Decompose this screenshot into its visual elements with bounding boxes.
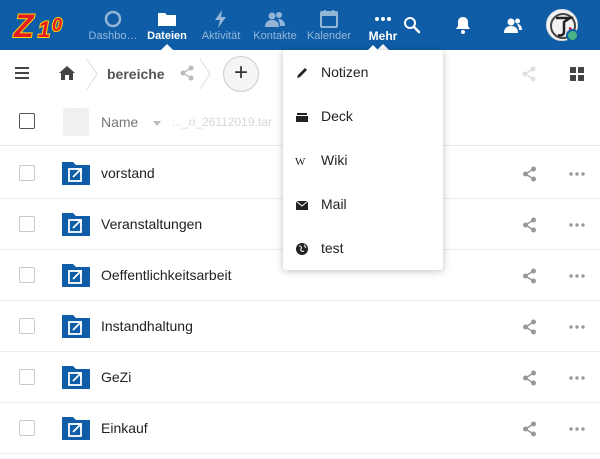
file-name[interactable]: Instandhaltung — [101, 318, 193, 334]
menu-item-label: Mail — [321, 196, 347, 212]
more-actions-icon[interactable] — [568, 166, 586, 182]
row-checkbox[interactable] — [19, 318, 35, 334]
menu-item-mail[interactable]: Mail — [283, 183, 443, 227]
row-checkbox[interactable] — [19, 267, 35, 283]
file-name[interactable]: Veranstaltungen — [101, 216, 202, 232]
wiki-icon: W — [295, 156, 306, 168]
share-icon[interactable] — [521, 370, 538, 386]
menu-item-test[interactable]: test — [283, 227, 443, 271]
more-horizontal-icon — [375, 17, 391, 21]
svg-text:0: 0 — [52, 15, 62, 35]
app-dashboard[interactable]: Dashbo… — [86, 0, 140, 50]
file-name[interactable]: Einkauf — [101, 420, 148, 436]
shared-folder-icon[interactable] — [62, 261, 90, 287]
dashboard-icon — [104, 10, 122, 28]
sort-desc-icon[interactable] — [152, 118, 162, 128]
name-column-header[interactable]: Name — [101, 114, 138, 130]
notifications-icon[interactable] — [453, 15, 473, 35]
row-checkbox[interactable] — [19, 369, 35, 385]
share-icon[interactable] — [521, 217, 538, 233]
share-icon[interactable] — [521, 421, 538, 437]
row-checkbox[interactable] — [19, 216, 35, 232]
share-icon — [522, 66, 536, 82]
file-name[interactable]: Oeffentlichkeitsarbeit — [101, 267, 231, 283]
svg-text:W: W — [295, 156, 306, 168]
share-icon[interactable] — [521, 268, 538, 284]
hamburger-menu-icon[interactable] — [14, 65, 30, 81]
globe-icon — [296, 243, 308, 255]
svg-text:Z: Z — [13, 8, 35, 44]
menu-item-label: Notizen — [321, 64, 369, 80]
share-icon[interactable] — [521, 166, 538, 182]
row-checkbox[interactable] — [19, 165, 35, 181]
shared-folder-icon[interactable] — [62, 210, 90, 236]
breadcrumb-current[interactable]: bereiche — [107, 66, 165, 82]
share-icon[interactable] — [179, 65, 195, 81]
more-actions-icon[interactable] — [568, 268, 586, 284]
mail-icon — [295, 200, 309, 210]
select-all-checkbox[interactable] — [19, 113, 35, 129]
lightning-icon — [215, 10, 226, 28]
calendar-icon — [320, 10, 338, 28]
app-header: Z 1 0 Dashbo… Dateien Aktivität Kontakte… — [0, 0, 600, 50]
breadcrumb-separator — [86, 58, 98, 90]
contacts-menu-icon[interactable] — [503, 15, 523, 35]
shared-folder-icon[interactable] — [62, 414, 90, 440]
menu-item-label: test — [321, 240, 344, 256]
more-actions-icon[interactable] — [568, 421, 586, 437]
home-icon[interactable] — [58, 64, 76, 82]
menu-item-label: Wiki — [321, 152, 348, 168]
share-icon[interactable] — [521, 319, 538, 335]
file-row[interactable]: Einkauf — [0, 403, 600, 454]
ghost-thumbnail — [63, 108, 89, 136]
app-files[interactable]: Dateien — [140, 0, 194, 50]
breadcrumb-separator — [199, 58, 211, 90]
shared-folder-icon[interactable] — [62, 312, 90, 338]
menu-item-wiki[interactable]: W Wiki — [283, 139, 443, 183]
status-online-indicator — [566, 29, 579, 42]
folder-icon — [158, 13, 176, 26]
contacts-icon — [265, 12, 285, 27]
z10-logo[interactable]: Z 1 0 — [12, 6, 76, 44]
more-actions-icon[interactable] — [568, 217, 586, 233]
file-name[interactable]: GeZi — [101, 369, 131, 385]
search-icon[interactable] — [402, 15, 422, 35]
app-contacts[interactable]: Kontakte — [248, 0, 302, 50]
pencil-icon — [297, 68, 307, 78]
svg-text:1: 1 — [38, 17, 50, 42]
grid-view-icon[interactable] — [569, 66, 585, 82]
new-file-button[interactable]: + — [223, 56, 259, 92]
row-checkbox[interactable] — [19, 420, 35, 436]
app-activity[interactable]: Aktivität — [194, 0, 248, 50]
shared-folder-icon[interactable] — [62, 363, 90, 389]
file-name[interactable]: vorstand — [101, 165, 155, 181]
more-apps-menu: Notizen Deck W Wiki Mail test — [283, 45, 443, 271]
file-row[interactable]: GeZi — [0, 352, 600, 403]
more-actions-icon[interactable] — [568, 319, 586, 335]
file-row[interactable]: Instandhaltung — [0, 301, 600, 352]
menu-item-deck[interactable]: Deck — [283, 95, 443, 139]
ghost-filename: ..._ri_26112019.tar — [172, 115, 272, 129]
app-calendar[interactable]: Kalender — [302, 0, 356, 50]
more-actions-icon[interactable] — [568, 370, 586, 386]
menu-item-notizen[interactable]: Notizen — [283, 51, 443, 95]
deck-icon — [296, 113, 308, 122]
shared-folder-icon[interactable] — [62, 159, 90, 185]
menu-item-label: Deck — [321, 108, 353, 124]
